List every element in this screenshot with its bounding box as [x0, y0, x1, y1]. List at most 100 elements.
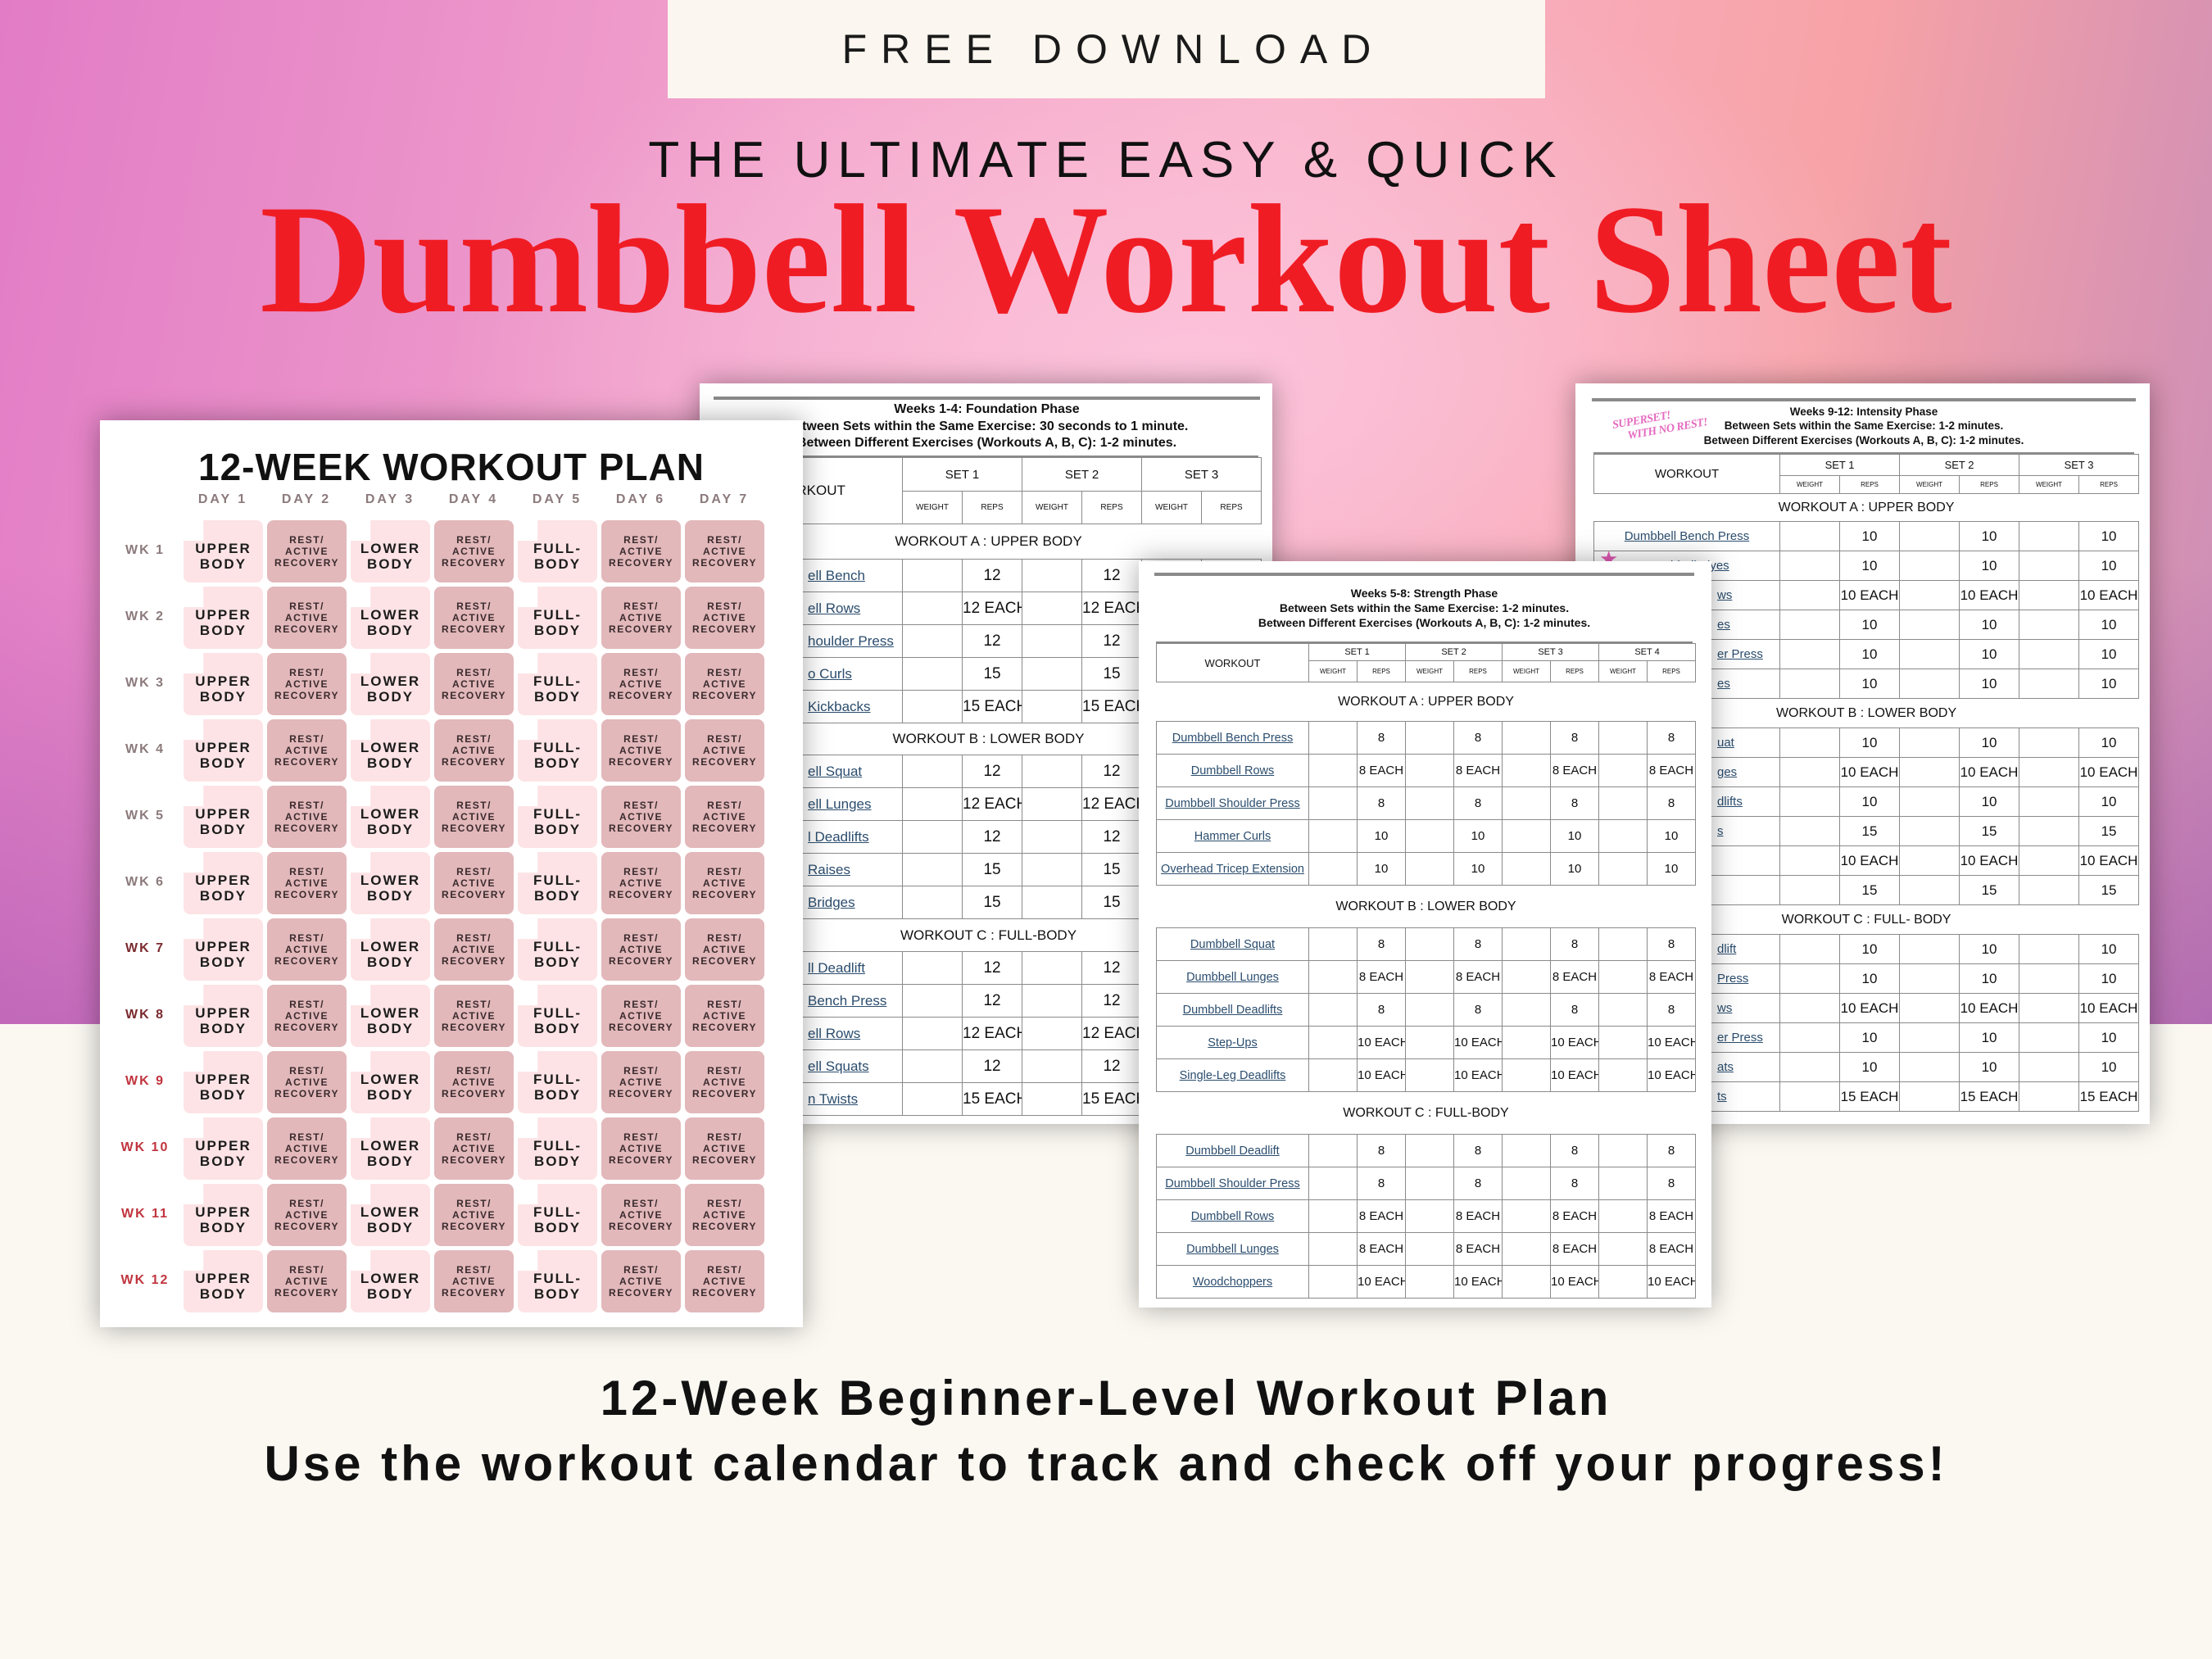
weight-input-cell[interactable]	[1308, 819, 1358, 853]
exercise-link[interactable]: Dumbbell Rows	[1191, 1210, 1275, 1223]
weight-input-cell[interactable]	[2019, 963, 2080, 994]
weight-input-cell[interactable]	[1308, 960, 1358, 994]
weight-input-cell[interactable]	[1502, 1232, 1551, 1266]
weight-input-cell[interactable]	[1598, 927, 1648, 961]
workout-day-cell[interactable]: LOWER BODY	[351, 852, 430, 914]
weight-input-cell[interactable]	[902, 853, 963, 886]
weight-input-cell[interactable]	[1779, 669, 1840, 699]
workout-day-cell[interactable]: FULL- BODY	[518, 653, 597, 715]
exercise-link[interactable]: houlder Press	[808, 633, 894, 649]
workout-day-cell[interactable]: FULL- BODY	[518, 852, 597, 914]
weight-input-cell[interactable]	[1502, 960, 1551, 994]
weight-input-cell[interactable]	[1899, 669, 1960, 699]
weight-input-cell[interactable]	[1502, 1058, 1551, 1092]
weight-input-cell[interactable]	[1405, 1134, 1454, 1167]
exercise-link[interactable]: ges	[1717, 765, 1737, 779]
weight-input-cell[interactable]	[1022, 1082, 1083, 1116]
weight-input-cell[interactable]	[1022, 951, 1083, 985]
workout-day-cell[interactable]: FULL- BODY	[518, 786, 597, 848]
workout-day-cell[interactable]: LOWER BODY	[351, 653, 430, 715]
exercise-link[interactable]: Dumbbell Shoulder Press	[1165, 797, 1299, 810]
weight-input-cell[interactable]	[1899, 1022, 1960, 1053]
rest-day-cell[interactable]: REST/ ACTIVE RECOVERY	[685, 786, 764, 848]
weight-input-cell[interactable]	[1308, 1232, 1358, 1266]
weight-input-cell[interactable]	[1779, 639, 1840, 669]
workout-day-cell[interactable]: UPPER BODY	[184, 786, 263, 848]
rest-day-cell[interactable]: REST/ ACTIVE RECOVERY	[601, 1117, 681, 1180]
rest-day-cell[interactable]: REST/ ACTIVE RECOVERY	[601, 1051, 681, 1113]
weight-input-cell[interactable]	[1502, 1026, 1551, 1059]
weight-input-cell[interactable]	[2019, 934, 2080, 964]
weight-input-cell[interactable]	[1899, 639, 1960, 669]
weight-input-cell[interactable]	[1308, 852, 1358, 886]
weight-input-cell[interactable]	[1598, 819, 1648, 853]
weight-input-cell[interactable]	[1405, 786, 1454, 820]
exercise-link[interactable]: Kickbacks	[808, 699, 871, 714]
workout-day-cell[interactable]: LOWER BODY	[351, 786, 430, 848]
rest-day-cell[interactable]: REST/ ACTIVE RECOVERY	[685, 918, 764, 981]
weight-input-cell[interactable]	[1308, 1167, 1358, 1200]
weight-input-cell[interactable]	[1308, 1199, 1358, 1233]
weight-input-cell[interactable]	[1779, 551, 1840, 581]
weight-input-cell[interactable]	[1899, 580, 1960, 610]
rest-day-cell[interactable]: REST/ ACTIVE RECOVERY	[601, 1184, 681, 1246]
weight-input-cell[interactable]	[1502, 1199, 1551, 1233]
workout-day-cell[interactable]: LOWER BODY	[351, 1051, 430, 1113]
weight-input-cell[interactable]	[2019, 728, 2080, 758]
workout-day-cell[interactable]: LOWER BODY	[351, 719, 430, 782]
weight-input-cell[interactable]	[1502, 927, 1551, 961]
weight-input-cell[interactable]	[1779, 934, 1840, 964]
workout-day-cell[interactable]: FULL- BODY	[518, 985, 597, 1047]
weight-input-cell[interactable]	[1899, 875, 1960, 905]
rest-day-cell[interactable]: REST/ ACTIVE RECOVERY	[267, 653, 347, 715]
rest-day-cell[interactable]: REST/ ACTIVE RECOVERY	[434, 985, 514, 1047]
weight-input-cell[interactable]	[2019, 875, 2080, 905]
weight-input-cell[interactable]	[902, 787, 963, 821]
weight-input-cell[interactable]	[902, 690, 963, 723]
weight-input-cell[interactable]	[1779, 728, 1840, 758]
weight-input-cell[interactable]	[1899, 610, 1960, 640]
rest-day-cell[interactable]: REST/ ACTIVE RECOVERY	[267, 786, 347, 848]
weight-input-cell[interactable]	[1779, 875, 1840, 905]
exercise-link[interactable]: ws	[1717, 588, 1732, 602]
weight-input-cell[interactable]	[2019, 669, 2080, 699]
weight-input-cell[interactable]	[1899, 786, 1960, 817]
rest-day-cell[interactable]: REST/ ACTIVE RECOVERY	[434, 918, 514, 981]
workout-day-cell[interactable]: UPPER BODY	[184, 1250, 263, 1312]
exercise-link[interactable]: es	[1717, 618, 1730, 632]
weight-input-cell[interactable]	[1502, 852, 1551, 886]
exercise-link[interactable]: ell Squat	[808, 764, 862, 779]
weight-input-cell[interactable]	[1779, 786, 1840, 817]
weight-input-cell[interactable]	[1022, 1017, 1083, 1050]
weight-input-cell[interactable]	[1779, 1081, 1840, 1112]
exercise-link[interactable]: ll Deadlift	[808, 960, 865, 976]
exercise-link[interactable]: Dumbbell Squat	[1190, 938, 1275, 951]
rest-day-cell[interactable]: REST/ ACTIVE RECOVERY	[267, 1051, 347, 1113]
exercise-link[interactable]: er Press	[1717, 1031, 1763, 1045]
workout-day-cell[interactable]: LOWER BODY	[351, 587, 430, 649]
workout-day-cell[interactable]: LOWER BODY	[351, 520, 430, 582]
weight-input-cell[interactable]	[1598, 852, 1648, 886]
weight-input-cell[interactable]	[1308, 1026, 1358, 1059]
rest-day-cell[interactable]: REST/ ACTIVE RECOVERY	[434, 719, 514, 782]
weight-input-cell[interactable]	[1502, 1134, 1551, 1167]
weight-input-cell[interactable]	[1022, 984, 1083, 1018]
weight-input-cell[interactable]	[1308, 993, 1358, 1027]
exercise-link[interactable]: dlift	[1717, 942, 1736, 956]
rest-day-cell[interactable]: REST/ ACTIVE RECOVERY	[685, 1184, 764, 1246]
weight-input-cell[interactable]	[1405, 1265, 1454, 1299]
weight-input-cell[interactable]	[2019, 639, 2080, 669]
weight-input-cell[interactable]	[1308, 721, 1358, 755]
rest-day-cell[interactable]: REST/ ACTIVE RECOVERY	[685, 520, 764, 582]
rest-day-cell[interactable]: REST/ ACTIVE RECOVERY	[685, 985, 764, 1047]
weight-input-cell[interactable]	[1779, 1052, 1840, 1082]
workout-day-cell[interactable]: FULL- BODY	[518, 719, 597, 782]
rest-day-cell[interactable]: REST/ ACTIVE RECOVERY	[267, 1250, 347, 1312]
weight-input-cell[interactable]	[902, 1017, 963, 1050]
weight-input-cell[interactable]	[1022, 820, 1083, 854]
exercise-link[interactable]: ell Rows	[808, 1026, 860, 1041]
rest-day-cell[interactable]: REST/ ACTIVE RECOVERY	[267, 985, 347, 1047]
rest-day-cell[interactable]: REST/ ACTIVE RECOVERY	[601, 587, 681, 649]
weight-input-cell[interactable]	[2019, 786, 2080, 817]
weight-input-cell[interactable]	[1308, 786, 1358, 820]
